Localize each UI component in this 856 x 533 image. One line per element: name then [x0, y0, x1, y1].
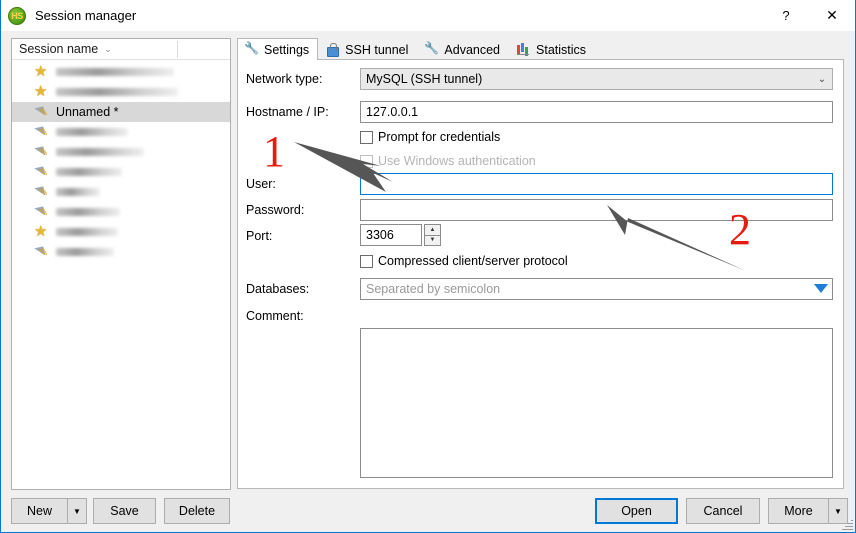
hostname-label: Hostname / IP: [246, 105, 329, 119]
databases-placeholder: Separated by semicolon [366, 282, 501, 296]
comment-textarea[interactable] [360, 328, 833, 478]
session-list-panel: Session name ⌄ Unnamed * [11, 38, 231, 490]
session-list-item[interactable]: Unnamed * [12, 102, 230, 122]
prompt-for-credentials-label: Prompt for credentials [378, 130, 501, 144]
session-list-header[interactable]: Session name ⌄ [12, 39, 230, 60]
dolphin-icon [34, 245, 51, 260]
dropdown-triangle-icon[interactable] [814, 284, 828, 293]
settings-content-panel: Settings SSH tunnel Advanced Statistics Net… [237, 38, 844, 489]
new-button[interactable]: New ▼ [11, 498, 87, 524]
checkbox-icon [360, 130, 373, 144]
session-list-item[interactable] [12, 242, 230, 262]
session-list-item[interactable] [12, 82, 230, 102]
checkbox-icon [360, 254, 373, 268]
lock-icon [325, 42, 340, 57]
tab-label: Settings [264, 42, 310, 57]
session-list-item-label [56, 88, 178, 96]
session-list-item-label [56, 128, 128, 136]
spin-up-icon[interactable]: ▲ [424, 224, 441, 236]
bar-chart-icon [516, 43, 531, 57]
chevron-down-icon[interactable]: ▼ [67, 499, 86, 523]
databases-input[interactable]: Separated by semicolon [360, 278, 833, 300]
session-list-item-label [56, 68, 174, 76]
session-name-column-header: Session name [19, 42, 99, 56]
compressed-protocol-checkbox[interactable]: Compressed client/server protocol [360, 252, 568, 270]
session-list-item-label [56, 188, 100, 196]
dolphin-icon [34, 205, 51, 220]
tab-advanced[interactable]: Advanced [417, 38, 509, 60]
port-spin-buttons[interactable]: ▲ ▼ [424, 224, 441, 246]
star-icon [34, 222, 51, 240]
session-list-item[interactable] [12, 202, 230, 222]
password-input[interactable] [360, 199, 833, 221]
port-label: Port: [246, 229, 273, 243]
blue-wrench-icon [244, 41, 259, 57]
session-list-item-label [56, 228, 118, 236]
session-list-item[interactable] [12, 142, 230, 162]
cancel-button[interactable]: Cancel [686, 498, 760, 524]
tab-ssh-tunnel[interactable]: SSH tunnel [318, 38, 417, 60]
prompt-for-credentials-checkbox[interactable]: Prompt for credentials [360, 128, 500, 146]
chevron-down-icon[interactable]: ⌄ [104, 44, 112, 54]
use-windows-authentication-checkbox: Use Windows authentication [360, 152, 536, 170]
title-bar: HS Session manager ? ✕ [1, 0, 855, 31]
network-type-select[interactable]: MySQL (SSH tunnel) ⌄ [360, 68, 833, 90]
new-button-label: New [26, 504, 52, 518]
session-list-item-label [56, 208, 120, 216]
dolphin-icon [34, 145, 51, 160]
dolphin-icon [34, 185, 51, 200]
close-button[interactable]: ✕ [809, 0, 855, 31]
session-list[interactable]: Unnamed * [12, 60, 230, 262]
column-divider [177, 41, 178, 58]
heidisql-icon: HS [8, 6, 26, 25]
tab-statistics[interactable]: Statistics [509, 38, 595, 60]
user-label: User: [246, 177, 276, 191]
window-title: Session manager [35, 8, 137, 23]
settings-form: Network type: MySQL (SSH tunnel) ⌄ Hostn… [237, 60, 844, 489]
more-button[interactable]: More ▼ [768, 498, 848, 524]
hostname-input[interactable]: 127.0.0.1 [360, 101, 833, 123]
session-list-item[interactable] [12, 222, 230, 242]
port-stepper[interactable]: 3306 ▲ ▼ [360, 224, 441, 246]
dolphin-icon [34, 125, 51, 140]
user-input[interactable] [360, 173, 833, 195]
session-manager-window: HS Session manager ? ✕ Session name ⌄ Un… [0, 0, 856, 533]
databases-label: Databases: [246, 282, 310, 296]
save-button[interactable]: Save [93, 498, 156, 524]
tab-settings[interactable]: Settings [237, 38, 319, 60]
port-input[interactable]: 3306 [360, 224, 422, 246]
use-windows-authentication-label: Use Windows authentication [378, 154, 536, 168]
star-icon [34, 82, 51, 100]
help-button[interactable]: ? [763, 0, 809, 31]
password-label: Password: [246, 203, 305, 217]
chevron-down-icon[interactable]: ⌄ [812, 69, 832, 89]
open-button[interactable]: Open [595, 498, 678, 524]
more-button-label: More [784, 504, 813, 518]
spin-down-icon[interactable]: ▼ [424, 235, 441, 246]
dolphin-edit-icon [34, 105, 51, 120]
star-icon [34, 62, 51, 80]
session-list-item-label: Unnamed * [56, 105, 119, 119]
session-list-item[interactable] [12, 122, 230, 142]
tab-label: Advanced [444, 42, 501, 57]
session-list-item[interactable] [12, 182, 230, 202]
tab-label: Statistics [536, 42, 587, 57]
tab-label: SSH tunnel [345, 42, 409, 57]
resize-grip[interactable] [841, 518, 853, 530]
orange-wrench-icon [424, 41, 439, 57]
session-list-item[interactable] [12, 162, 230, 182]
checkbox-icon [360, 154, 373, 168]
compressed-protocol-label: Compressed client/server protocol [378, 254, 568, 268]
tab-strip: Settings SSH tunnel Advanced Statistics [237, 38, 844, 60]
delete-button[interactable]: Delete [164, 498, 230, 524]
session-list-item[interactable] [12, 62, 230, 82]
dolphin-icon [34, 165, 51, 180]
session-list-item-label [56, 148, 144, 156]
network-type-label: Network type: [246, 72, 323, 86]
network-type-value: MySQL (SSH tunnel) [366, 72, 483, 86]
session-list-item-label [56, 248, 114, 256]
session-list-item-label [56, 168, 122, 176]
comment-label: Comment: [246, 309, 304, 323]
